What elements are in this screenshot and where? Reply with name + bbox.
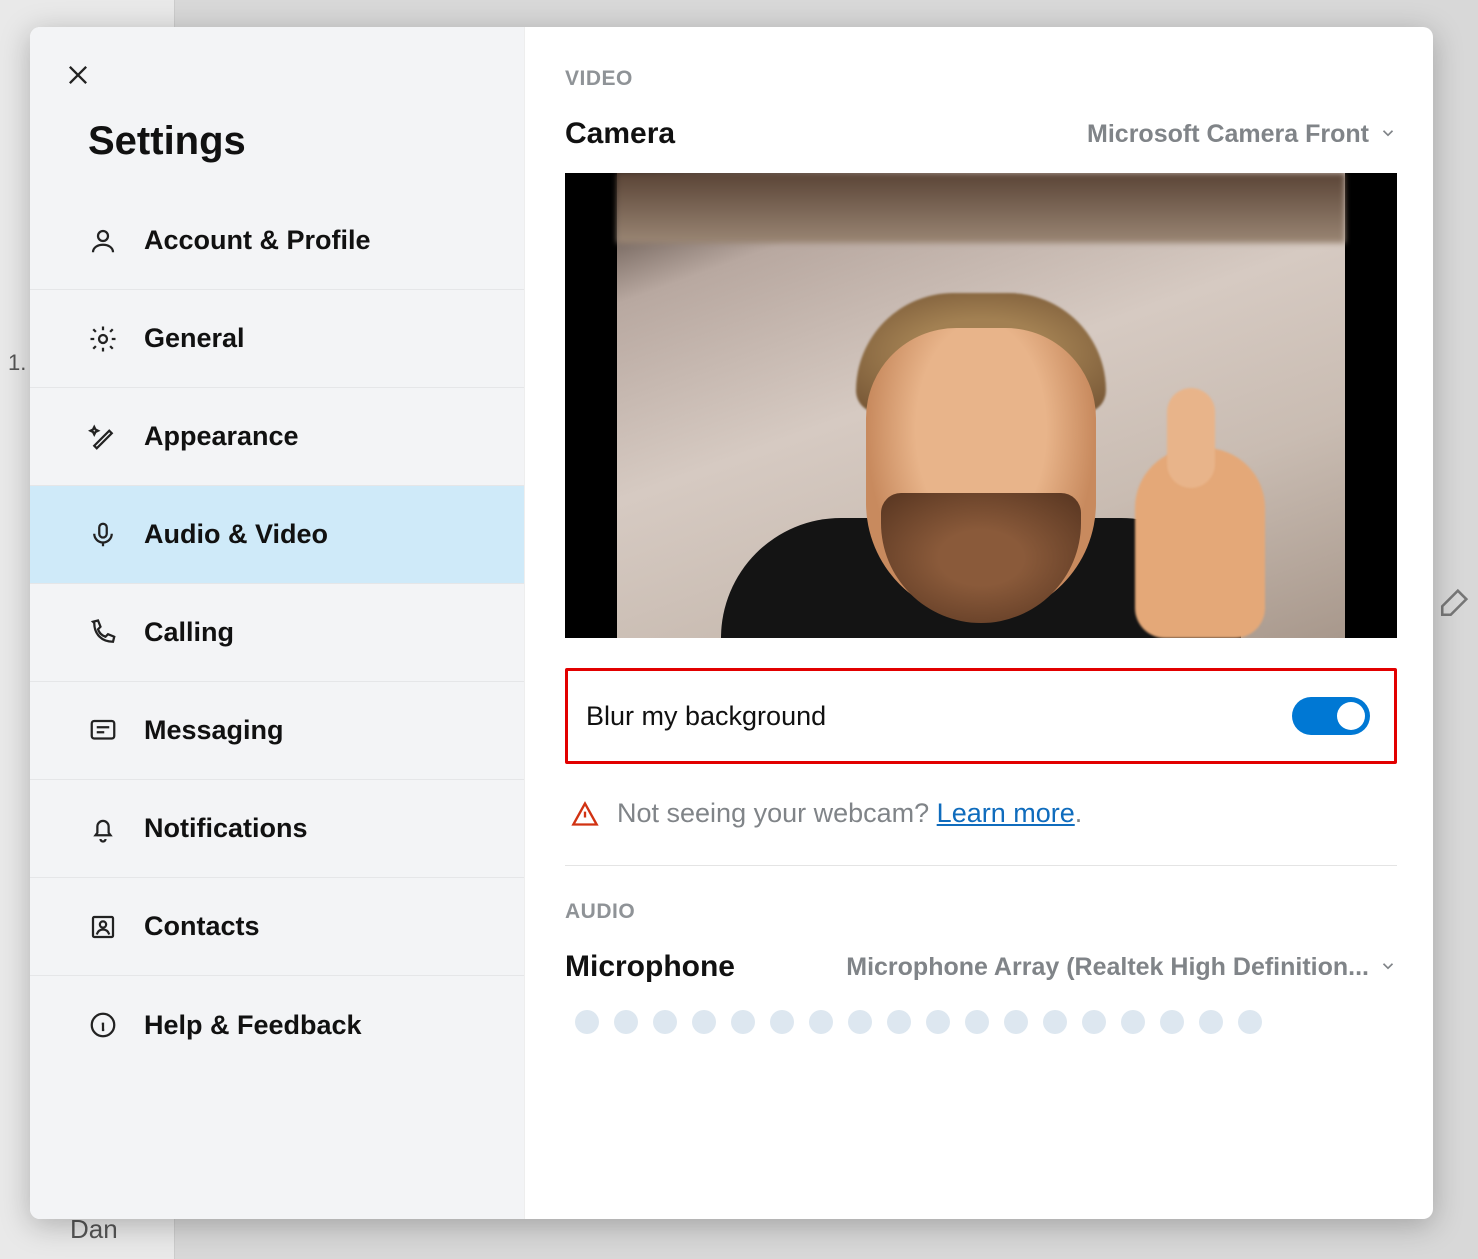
- chevron-down-icon: [1379, 120, 1397, 149]
- sidebar-item-appearance[interactable]: Appearance: [30, 388, 524, 486]
- mic-meter-dot: [770, 1010, 794, 1034]
- mic-meter-dot: [1043, 1010, 1067, 1034]
- bell-icon: [86, 812, 120, 846]
- microphone-level-meter: [565, 1010, 1397, 1034]
- sidebar-item-calling[interactable]: Calling: [30, 584, 524, 682]
- warning-icon: [571, 800, 599, 828]
- microphone-device-dropdown[interactable]: Microphone Array (Realtek High Definitio…: [846, 953, 1397, 982]
- sidebar-item-general[interactable]: General: [30, 290, 524, 388]
- sidebar-item-audio-video[interactable]: Audio & Video: [30, 486, 524, 584]
- microphone-label: Microphone: [565, 950, 735, 984]
- phone-icon: [86, 616, 120, 650]
- camera-row: Camera Microsoft Camera Front: [565, 117, 1397, 151]
- microphone-row: Microphone Microphone Array (Realtek Hig…: [565, 950, 1397, 984]
- mic-meter-dot: [809, 1010, 833, 1034]
- sidebar-item-label: Calling: [144, 617, 234, 648]
- sidebar-item-label: Appearance: [144, 421, 299, 452]
- mic-meter-dot: [887, 1010, 911, 1034]
- background-number: 1.: [8, 350, 26, 376]
- sidebar-item-label: Account & Profile: [144, 225, 371, 256]
- mic-meter-dot: [1121, 1010, 1145, 1034]
- settings-title: Settings: [30, 113, 524, 192]
- audio-section-label: AUDIO: [565, 900, 1397, 924]
- sidebar-item-help-feedback[interactable]: Help & Feedback: [30, 976, 524, 1074]
- mic-meter-dot: [926, 1010, 950, 1034]
- blur-background-row: Blur my background: [565, 668, 1397, 764]
- mic-meter-dot: [1199, 1010, 1223, 1034]
- mic-meter-dot: [731, 1010, 755, 1034]
- webcam-help-period: .: [1075, 798, 1083, 828]
- sidebar-item-label: Notifications: [144, 813, 308, 844]
- info-icon: [86, 1008, 120, 1042]
- person-icon: [86, 224, 120, 258]
- sidebar-item-account-profile[interactable]: Account & Profile: [30, 192, 524, 290]
- mic-meter-dot: [1082, 1010, 1106, 1034]
- sidebar-item-label: Help & Feedback: [144, 1010, 362, 1041]
- camera-device-name: Microsoft Camera Front: [1087, 120, 1369, 149]
- settings-content: VIDEO Camera Microsoft Camera Front: [525, 27, 1433, 1219]
- close-button[interactable]: [58, 55, 98, 95]
- mic-meter-dot: [653, 1010, 677, 1034]
- webcam-help-row: Not seeing your webcam? Learn more.: [565, 792, 1397, 866]
- chat-icon: [86, 714, 120, 748]
- learn-more-link[interactable]: Learn more: [937, 798, 1075, 828]
- sidebar-item-contacts[interactable]: Contacts: [30, 878, 524, 976]
- sidebar-item-label: Messaging: [144, 715, 284, 746]
- settings-sidebar: Settings Account & Profile General Appea…: [30, 27, 525, 1219]
- chevron-down-icon: [1379, 953, 1397, 982]
- gear-icon: [86, 322, 120, 356]
- mic-meter-dot: [965, 1010, 989, 1034]
- edit-icon[interactable]: [1438, 585, 1472, 624]
- mic-meter-dot: [848, 1010, 872, 1034]
- video-section-label: VIDEO: [565, 67, 1397, 91]
- mic-meter-dot: [1238, 1010, 1262, 1034]
- camera-preview: [565, 173, 1397, 638]
- webcam-help-text: Not seeing your webcam?: [617, 798, 937, 828]
- blur-background-toggle[interactable]: [1292, 697, 1370, 735]
- blur-background-label: Blur my background: [586, 701, 826, 732]
- camera-device-dropdown[interactable]: Microsoft Camera Front: [1087, 120, 1397, 149]
- mic-meter-dot: [575, 1010, 599, 1034]
- mic-meter-dot: [1160, 1010, 1184, 1034]
- wand-icon: [86, 420, 120, 454]
- mic-meter-dot: [1004, 1010, 1028, 1034]
- sidebar-item-label: General: [144, 323, 245, 354]
- contacts-icon: [86, 910, 120, 944]
- sidebar-item-notifications[interactable]: Notifications: [30, 780, 524, 878]
- camera-feed: [617, 173, 1345, 638]
- sidebar-item-label: Contacts: [144, 911, 260, 942]
- microphone-device-name: Microphone Array (Realtek High Definitio…: [846, 953, 1369, 982]
- microphone-icon: [86, 518, 120, 552]
- mic-meter-dot: [614, 1010, 638, 1034]
- sidebar-item-label: Audio & Video: [144, 519, 328, 550]
- settings-nav: Account & Profile General Appearance Aud…: [30, 192, 524, 1074]
- sidebar-item-messaging[interactable]: Messaging: [30, 682, 524, 780]
- settings-modal: Settings Account & Profile General Appea…: [30, 27, 1433, 1219]
- mic-meter-dot: [692, 1010, 716, 1034]
- camera-label: Camera: [565, 117, 675, 151]
